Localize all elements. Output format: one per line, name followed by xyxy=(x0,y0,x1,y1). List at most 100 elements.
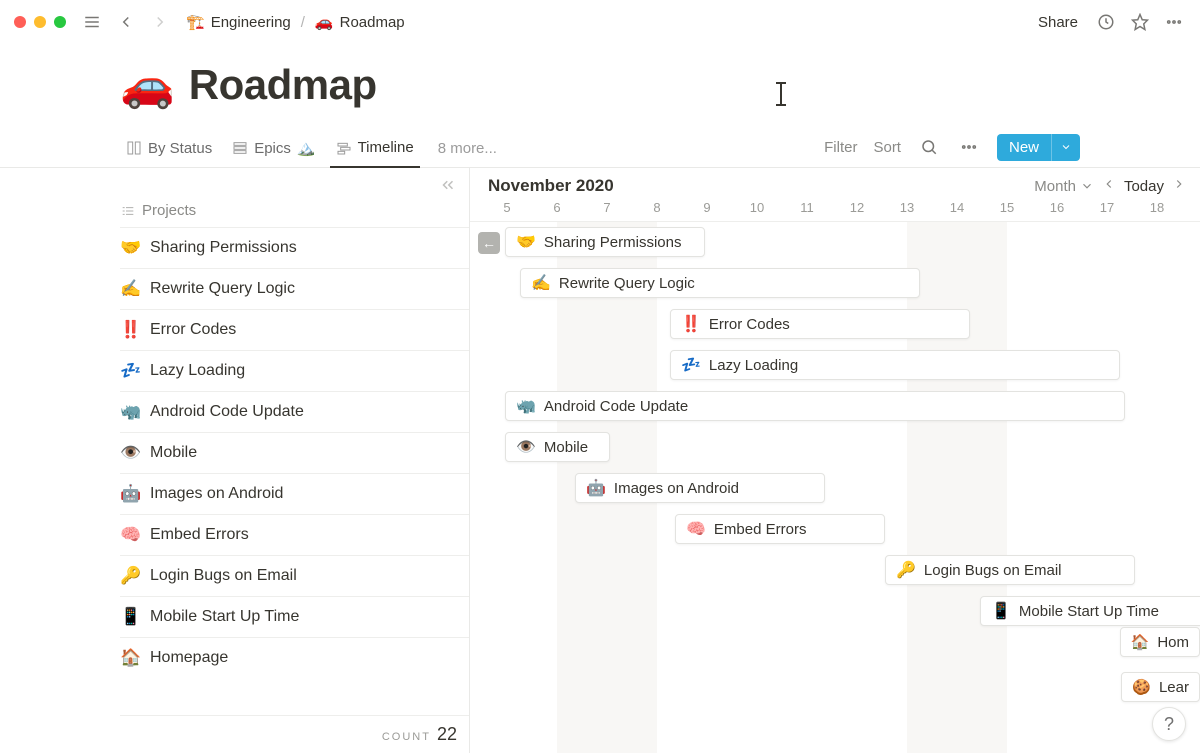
project-row[interactable]: 💤Lazy Loading xyxy=(120,350,469,391)
timeline-granularity-select[interactable]: Month xyxy=(1034,178,1094,195)
project-row[interactable]: 🦏Android Code Update xyxy=(120,391,469,432)
timeline-date: 10 xyxy=(732,200,782,215)
view-tab-more[interactable]: 8 more... xyxy=(428,134,503,167)
filter-button[interactable]: Filter xyxy=(824,139,857,156)
project-emoji: 📱 xyxy=(120,607,140,627)
timeline-bar-label: Mobile xyxy=(544,439,588,456)
breadcrumb-roadmap[interactable]: 🚗 Roadmap xyxy=(311,11,409,33)
collapse-sidebar-icon[interactable] xyxy=(439,176,457,199)
project-emoji: 🤖 xyxy=(120,484,140,504)
new-button[interactable]: New xyxy=(997,134,1080,161)
timeline-prev-icon[interactable] xyxy=(1102,177,1116,195)
share-button[interactable]: Share xyxy=(1032,10,1084,35)
project-row[interactable]: 📱Mobile Start Up Time xyxy=(120,596,469,637)
timeline-row: 📱Mobile Start Up Time xyxy=(470,591,1200,632)
view-tab-suffix: 🏔️ xyxy=(297,139,316,157)
minimize-window-dot[interactable] xyxy=(34,16,46,28)
timeline-bar-emoji: 🤖 xyxy=(586,478,606,498)
timeline-bar-overflow[interactable]: 🍪Lear xyxy=(1121,672,1200,702)
timeline-date: 9 xyxy=(682,200,732,215)
breadcrumb-engineering[interactable]: 🏗️ Engineering xyxy=(182,11,295,33)
projects-column-label: Projects xyxy=(142,202,196,219)
updates-icon[interactable] xyxy=(1094,10,1118,34)
more-menu-icon[interactable] xyxy=(1162,10,1186,34)
page-icon[interactable]: 🚗 xyxy=(120,59,175,111)
timeline-today-button[interactable]: Today xyxy=(1124,178,1164,195)
timeline-bar[interactable]: 👁️ Mobile xyxy=(505,432,610,462)
view-tab-label: By Status xyxy=(148,140,212,157)
timeline-bar[interactable]: ✍️Rewrite Query Logic xyxy=(520,268,920,298)
timeline-bar[interactable]: 🔑Login Bugs on Email xyxy=(885,555,1135,585)
timeline-bar-emoji: 🏠 xyxy=(1131,633,1150,651)
timeline-bar-emoji: 🧠 xyxy=(686,519,706,539)
view-options-icon[interactable] xyxy=(957,135,981,159)
project-emoji: 🦏 xyxy=(120,402,140,422)
nav-back-icon[interactable] xyxy=(114,10,138,34)
view-tab-epics[interactable]: Epics 🏔️ xyxy=(226,133,321,167)
project-row[interactable]: 🔑 Login Bugs on Email xyxy=(120,555,469,596)
timeline-bar-label: Hom xyxy=(1157,634,1189,651)
timeline-date: 17 xyxy=(1082,200,1132,215)
timeline-row: 🤖Images on Android xyxy=(470,468,1200,509)
timeline-bar-emoji: 📱 xyxy=(991,601,1011,621)
timeline-bar[interactable]: ‼️Error Codes xyxy=(670,309,970,339)
help-button[interactable]: ? xyxy=(1152,707,1186,741)
close-window-dot[interactable] xyxy=(14,16,26,28)
project-row[interactable]: ✍️Rewrite Query Logic xyxy=(120,268,469,309)
new-button-dropdown[interactable] xyxy=(1051,134,1080,161)
breadcrumb-separator: / xyxy=(301,14,305,31)
timeline-bar[interactable]: 🤝Sharing Permissions xyxy=(505,227,705,257)
project-name: Error Codes xyxy=(150,321,236,339)
timeline-bar[interactable]: 💤Lazy Loading xyxy=(670,350,1120,380)
timeline-bar-emoji: 🤝 xyxy=(516,232,536,252)
project-name: Homepage xyxy=(150,649,228,667)
timeline-bar-emoji: 👁️ xyxy=(516,437,536,457)
project-row[interactable]: ‼️ Error Codes xyxy=(120,309,469,350)
breadcrumb-icon: 🚗 xyxy=(315,13,334,31)
search-icon[interactable] xyxy=(917,135,941,159)
project-emoji: ‼️ xyxy=(120,320,140,340)
timeline-bar-emoji: ✍️ xyxy=(531,273,551,293)
breadcrumb-label: Roadmap xyxy=(340,14,405,31)
breadcrumb: 🏗️ Engineering / 🚗 Roadmap xyxy=(182,11,409,33)
view-tab-by-status[interactable]: By Status xyxy=(120,134,218,167)
project-row[interactable]: 🏠Homepage xyxy=(120,637,469,678)
project-emoji: 🧠 xyxy=(120,525,140,545)
timeline-next-icon[interactable] xyxy=(1172,177,1186,195)
timeline-date: 15 xyxy=(982,200,1032,215)
project-name: Login Bugs on Email xyxy=(150,567,297,585)
timeline-bar-label: Android Code Update xyxy=(544,398,688,415)
project-row[interactable]: 🧠Embed Errors xyxy=(120,514,469,555)
timeline-date: 19 xyxy=(1182,200,1200,215)
project-emoji: ✍️ xyxy=(120,279,140,299)
timeline-row xyxy=(470,632,1200,673)
timeline-row: ‼️Error Codes xyxy=(470,304,1200,345)
page-title[interactable]: Roadmap xyxy=(189,61,377,109)
timeline-bar-label: Lazy Loading xyxy=(709,357,798,374)
timeline-date: 8 xyxy=(632,200,682,215)
timeline-date: 16 xyxy=(1032,200,1082,215)
favorite-star-icon[interactable] xyxy=(1128,10,1152,34)
timeline-bar-emoji: 🦏 xyxy=(516,396,536,416)
timeline-bar[interactable]: 🤖Images on Android xyxy=(575,473,825,503)
timeline-bar[interactable]: 🧠Embed Errors xyxy=(675,514,885,544)
nav-forward-icon xyxy=(148,10,172,34)
maximize-window-dot[interactable] xyxy=(54,16,66,28)
projects-column-header[interactable]: Projects xyxy=(120,168,469,227)
timeline-bar-overflow[interactable]: 🏠 Hom xyxy=(1120,627,1200,657)
view-tab-timeline[interactable]: Timeline xyxy=(330,133,420,168)
project-name: Mobile xyxy=(150,444,197,462)
timeline-date: 5 xyxy=(482,200,532,215)
timeline-bar-label: Login Bugs on Email xyxy=(924,562,1062,579)
timeline-bar[interactable]: 🦏 Android Code Update xyxy=(505,391,1125,421)
project-row[interactable]: 🤖Images on Android xyxy=(120,473,469,514)
project-row[interactable]: 🤝Sharing Permissions xyxy=(120,227,469,268)
timeline-bar[interactable]: 📱Mobile Start Up Time xyxy=(980,596,1200,626)
sort-button[interactable]: Sort xyxy=(873,139,901,156)
project-row[interactable]: 👁️Mobile xyxy=(120,432,469,473)
breadcrumb-label: Engineering xyxy=(211,14,291,31)
project-name: Sharing Permissions xyxy=(150,239,297,257)
project-emoji: 🔑 xyxy=(120,566,140,586)
count-label: COUNT xyxy=(382,731,431,743)
sidebar-toggle-icon[interactable] xyxy=(80,10,104,34)
